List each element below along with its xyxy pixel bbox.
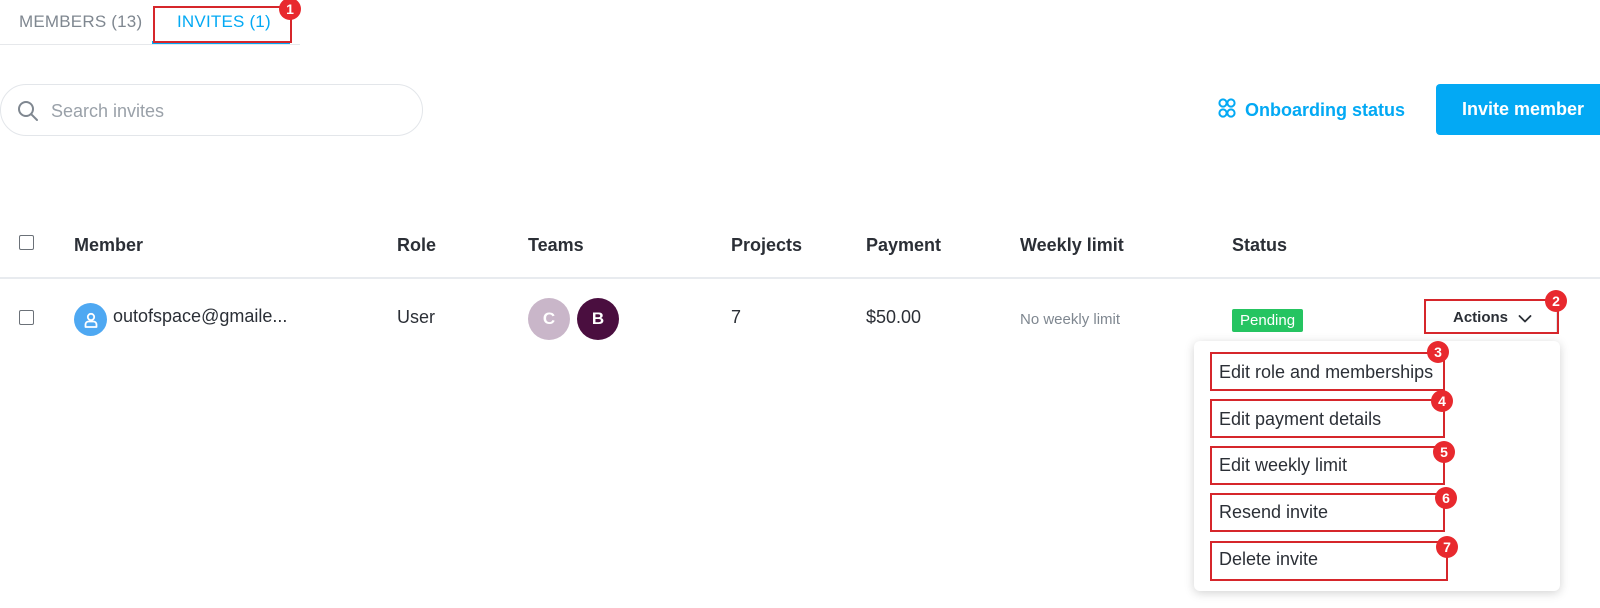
active-tab-indicator bbox=[152, 41, 290, 44]
table-header-divider bbox=[0, 277, 1600, 279]
team-avatar-c: C bbox=[528, 298, 570, 340]
search-icon bbox=[17, 100, 39, 122]
invite-member-button[interactable]: Invite member bbox=[1436, 84, 1600, 135]
column-header-projects[interactable]: Projects bbox=[731, 235, 802, 256]
tab-bar: MEMBERS (13) INVITES (1) bbox=[0, 0, 1600, 46]
payment-amount: $50.00 bbox=[866, 307, 922, 327]
column-header-member[interactable]: Member bbox=[74, 235, 143, 256]
member-email: outofspace@gmaile... bbox=[113, 306, 288, 326]
menu-item-edit-role[interactable]: Edit role and memberships bbox=[1219, 362, 1433, 383]
weekly-limit-value: No weekly limit bbox=[1020, 311, 1121, 328]
tab-members[interactable]: MEMBERS (13) bbox=[19, 12, 142, 32]
tab-invites[interactable]: INVITES (1) bbox=[177, 12, 271, 32]
avatar bbox=[74, 303, 107, 336]
member-role: User bbox=[397, 307, 436, 327]
user-icon bbox=[84, 312, 97, 328]
row-checkbox[interactable] bbox=[19, 310, 34, 325]
status-badge: Pending bbox=[1232, 309, 1304, 332]
column-header-role[interactable]: Role bbox=[397, 235, 436, 256]
projects-count: 7 bbox=[731, 307, 742, 327]
search-input[interactable] bbox=[51, 97, 401, 125]
actions-menu: Edit role and memberships Edit payment d… bbox=[1194, 341, 1560, 591]
menu-item-resend-invite[interactable]: Resend invite bbox=[1219, 502, 1328, 523]
menu-item-delete-invite[interactable]: Delete invite bbox=[1219, 549, 1318, 570]
column-header-status[interactable]: Status bbox=[1232, 235, 1287, 256]
chevron-down-icon bbox=[1518, 311, 1532, 323]
onboarding-status-label: Onboarding status bbox=[1245, 99, 1406, 120]
team-icon bbox=[1215, 96, 1239, 125]
menu-item-edit-weekly-limit[interactable]: Edit weekly limit bbox=[1219, 455, 1347, 476]
onboarding-status-link[interactable]: Onboarding status bbox=[1215, 96, 1405, 124]
select-all-checkbox[interactable] bbox=[19, 235, 34, 250]
column-header-payment[interactable]: Payment bbox=[866, 235, 941, 256]
actions-dropdown-button[interactable]: Actions bbox=[1425, 300, 1557, 334]
column-header-weekly-limit[interactable]: Weekly limit bbox=[1020, 235, 1124, 256]
column-header-teams[interactable]: Teams bbox=[528, 235, 584, 256]
menu-item-edit-payment[interactable]: Edit payment details bbox=[1219, 409, 1381, 430]
team-avatar-b: B bbox=[577, 298, 619, 340]
search-box[interactable] bbox=[0, 84, 423, 136]
tab-bar-divider bbox=[0, 44, 300, 45]
